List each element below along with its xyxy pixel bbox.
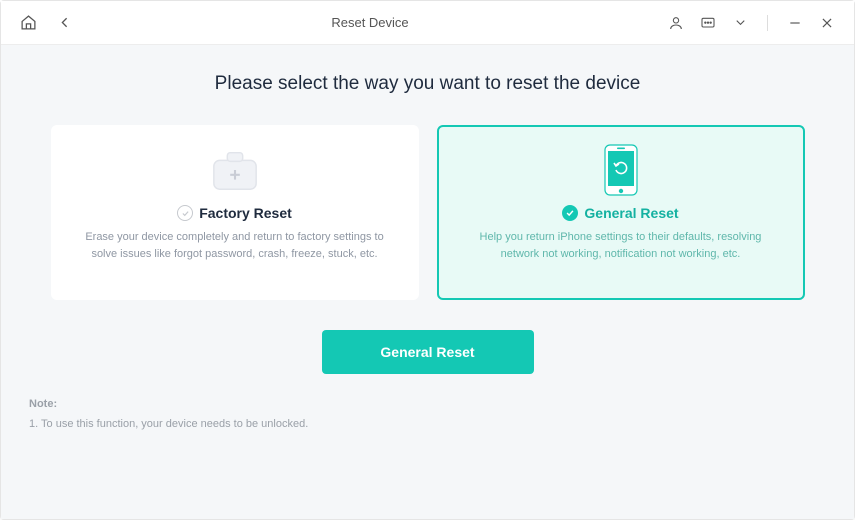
window-title: Reset Device: [73, 15, 667, 30]
briefcase-icon: [206, 141, 264, 199]
app-window: Reset Device Please select the way you w…: [0, 0, 855, 520]
general-reset-button[interactable]: General Reset: [322, 330, 534, 374]
note-label: Note:: [29, 398, 826, 410]
general-reset-title-row: General Reset: [562, 205, 678, 221]
check-icon: [177, 205, 193, 221]
factory-reset-card[interactable]: Factory Reset Erase your device complete…: [51, 125, 419, 300]
titlebar: Reset Device: [1, 1, 854, 45]
general-reset-desc: Help you return iPhone settings to their…: [466, 229, 776, 263]
check-icon: [562, 205, 578, 221]
titlebar-separator: [767, 15, 768, 31]
factory-reset-title: Factory Reset: [199, 205, 292, 221]
close-icon[interactable]: [818, 14, 836, 32]
home-icon[interactable]: [19, 14, 37, 32]
titlebar-right: [667, 14, 836, 32]
back-icon[interactable]: [55, 14, 73, 32]
general-reset-card[interactable]: General Reset Help you return iPhone set…: [437, 125, 805, 300]
option-cards: Factory Reset Erase your device complete…: [29, 125, 826, 300]
chevron-down-icon[interactable]: [731, 14, 749, 32]
general-reset-title: General Reset: [584, 205, 678, 221]
page-heading: Please select the way you want to reset …: [29, 73, 826, 95]
user-icon[interactable]: [667, 14, 685, 32]
phone-icon: [600, 141, 642, 199]
minimize-icon[interactable]: [786, 14, 804, 32]
main-content: Please select the way you want to reset …: [1, 45, 854, 519]
note-item: 1. To use this function, your device nee…: [29, 418, 308, 430]
factory-reset-title-row: Factory Reset: [177, 205, 292, 221]
titlebar-left: [19, 14, 73, 32]
note-section: Note: 1. To use this function, your devi…: [29, 398, 826, 430]
feedback-icon[interactable]: [699, 14, 717, 32]
factory-reset-desc: Erase your device completely and return …: [80, 229, 390, 263]
